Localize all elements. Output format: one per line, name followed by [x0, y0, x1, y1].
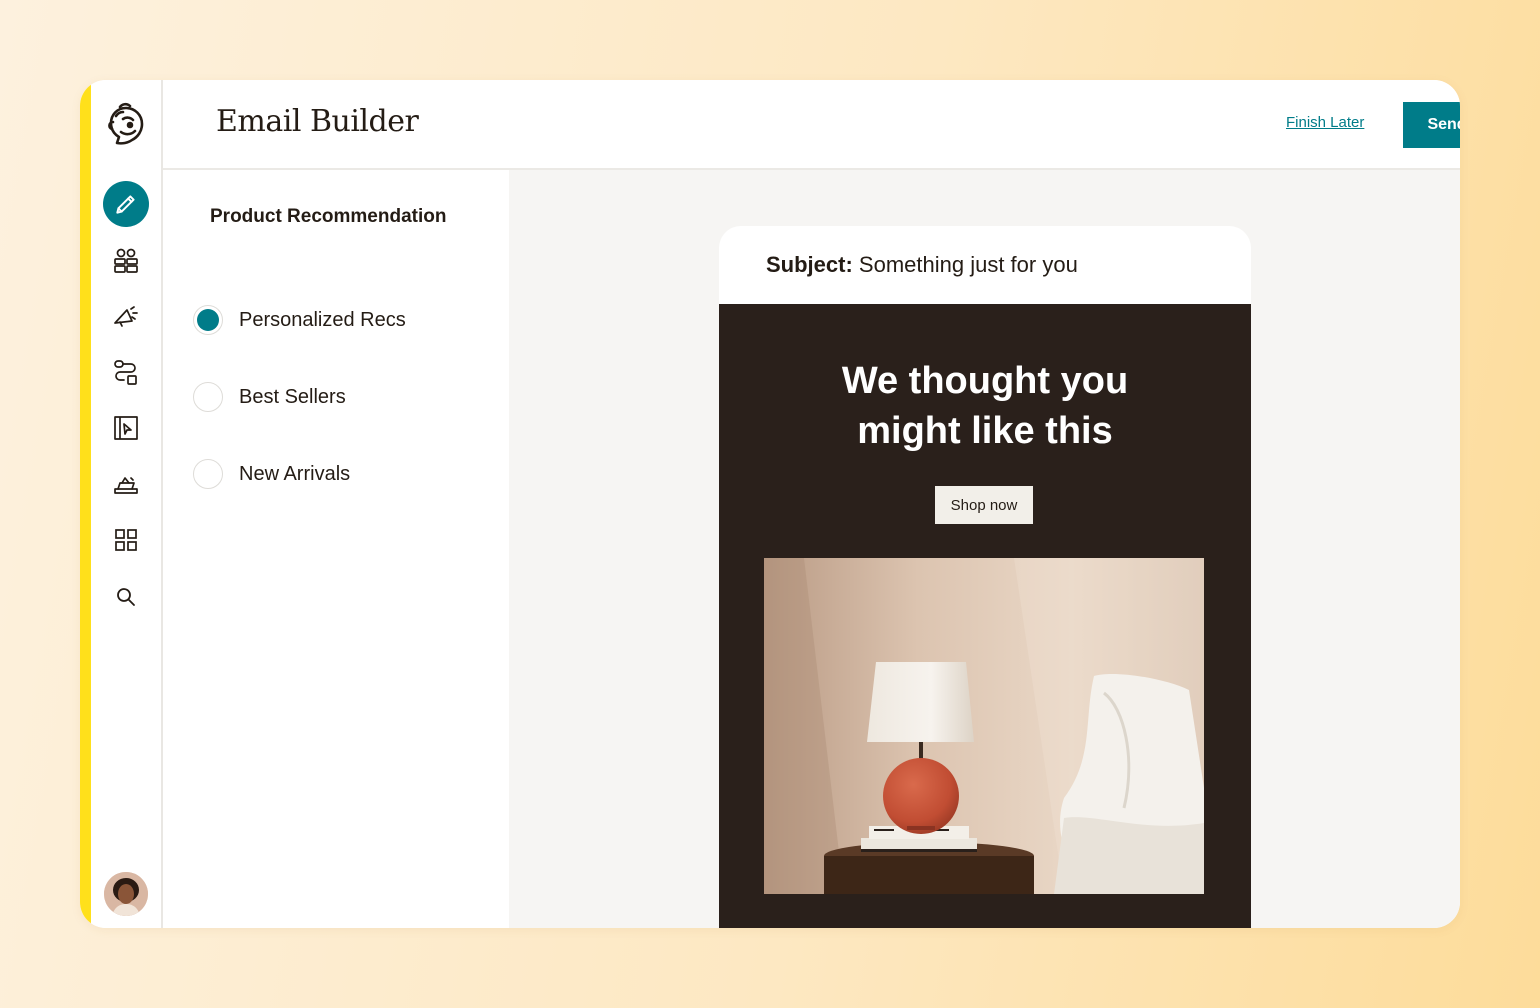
- mailchimp-logo-icon[interactable]: [103, 102, 149, 148]
- edit-pencil-icon[interactable]: [103, 181, 149, 227]
- page-title: Email Builder: [216, 104, 419, 139]
- radio-button[interactable]: [193, 382, 223, 412]
- header: Email Builder Finish Later Send: [163, 80, 1460, 170]
- product-image-lamp[interactable]: [764, 558, 1204, 894]
- subject-label: Subject:: [766, 252, 853, 277]
- panel-title: Product Recommendation: [210, 206, 447, 227]
- option-new-arrivals[interactable]: New Arrivals: [193, 459, 350, 489]
- radio-dot: [197, 309, 219, 331]
- website-layout-icon[interactable]: [103, 405, 149, 451]
- email-headline: We thought you might like this: [719, 356, 1251, 456]
- subject-line[interactable]: Subject: Something just for you: [766, 252, 1078, 278]
- sidebar: [80, 80, 163, 928]
- search-icon[interactable]: [103, 574, 149, 620]
- headline-line-2: might like this: [857, 410, 1113, 452]
- radio-button-selected[interactable]: [193, 305, 223, 335]
- audience-icon[interactable]: [103, 237, 149, 283]
- campaigns-megaphone-icon[interactable]: [103, 293, 149, 339]
- finish-later-link[interactable]: Finish Later: [1286, 114, 1364, 131]
- send-button[interactable]: Send: [1403, 102, 1460, 148]
- automations-icon[interactable]: [103, 349, 149, 395]
- email-preview-area: Subject: Something just for you We thoug…: [509, 170, 1460, 928]
- settings-panel: Product Recommendation Personalized Recs…: [163, 170, 509, 928]
- content-studio-icon[interactable]: [103, 461, 149, 507]
- option-personalized-recs[interactable]: Personalized Recs: [193, 305, 406, 335]
- email-body[interactable]: We thought you might like this Shop now: [719, 304, 1251, 928]
- radio-button[interactable]: [193, 459, 223, 489]
- headline-line-1: We thought you: [841, 360, 1129, 402]
- email-preview-card: Subject: Something just for you We thoug…: [719, 226, 1251, 928]
- app-window: Email Builder Finish Later Send Product …: [80, 80, 1460, 928]
- user-avatar[interactable]: [104, 872, 148, 916]
- option-label: Best Sellers: [239, 385, 346, 408]
- shop-now-button[interactable]: Shop now: [935, 486, 1033, 524]
- integrations-grid-icon[interactable]: [103, 517, 149, 563]
- subject-value: Something just for you: [858, 252, 1078, 277]
- option-label: New Arrivals: [239, 462, 351, 485]
- option-label: Personalized Recs: [239, 308, 406, 331]
- option-best-sellers[interactable]: Best Sellers: [193, 382, 346, 412]
- sidebar-accent-stripe: [80, 80, 91, 928]
